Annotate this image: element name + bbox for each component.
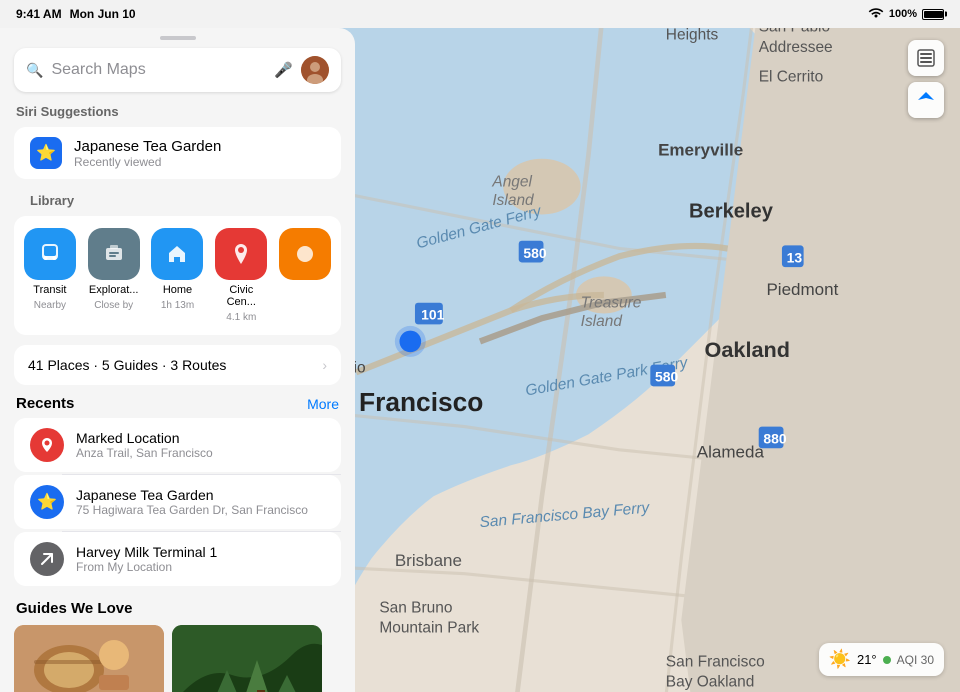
svg-text:880: 880	[763, 431, 786, 447]
battery-icon	[922, 9, 944, 20]
library-item-transit[interactable]: Transit Nearby	[22, 228, 78, 323]
svg-text:Mountain Park: Mountain Park	[379, 620, 479, 637]
weather-icon: ☀️	[829, 649, 851, 670]
library-item-explore[interactable]: Explorat... Close by	[86, 228, 142, 323]
svg-text:13: 13	[787, 249, 803, 265]
tea-garden-subtitle: 75 Hagiwara Tea Garden Dr, San Francisco	[76, 503, 308, 517]
microphone-icon[interactable]: 🎤	[274, 61, 293, 79]
svg-text:Heights: Heights	[666, 28, 719, 43]
avatar[interactable]	[301, 56, 329, 84]
home-icon	[151, 228, 203, 280]
places-text: 41 Places · 5 Guides · 3 Routes	[28, 357, 226, 373]
svg-text:Oakland: Oakland	[705, 337, 790, 362]
library-item-orange[interactable]	[277, 228, 333, 323]
harvey-title: Harvey Milk Terminal 1	[76, 544, 217, 560]
suggestion-subtitle: Recently viewed	[74, 155, 221, 169]
status-bar: 9:41 AM Mon Jun 10 100%	[0, 0, 960, 28]
harvey-text: Harvey Milk Terminal 1 From My Location	[76, 544, 217, 574]
orange-icon	[279, 228, 331, 280]
guides-images	[14, 625, 341, 692]
location-arrow-icon	[917, 91, 935, 109]
transit-label: Transit	[33, 284, 66, 296]
library-header: Library	[30, 193, 325, 208]
temperature: 21°	[857, 652, 877, 667]
guide-image-food[interactable]	[14, 625, 164, 692]
svg-text:San Pablo: San Pablo	[759, 28, 830, 36]
aqi-label: AQI 30	[897, 653, 934, 667]
location-button[interactable]	[908, 82, 944, 118]
recent-item-marked[interactable]: Marked Location Anza Trail, San Francisc…	[14, 418, 341, 472]
explore-icon	[88, 228, 140, 280]
svg-text:580: 580	[523, 245, 546, 261]
svg-text:Island: Island	[581, 313, 624, 330]
svg-text:Brisbane: Brisbane	[395, 551, 462, 570]
library-icons-container: Transit Nearby Explorat... Close by	[14, 216, 341, 335]
explore-sublabel: Close by	[94, 300, 133, 311]
recents-list: Marked Location Anza Trail, San Francisc…	[0, 418, 355, 586]
svg-text:Emeryville: Emeryville	[658, 141, 743, 160]
tea-garden-title: Japanese Tea Garden	[76, 487, 308, 503]
search-icon: 🔍	[26, 62, 43, 79]
library-item-civic[interactable]: Civic Cen... 4.1 km	[213, 228, 269, 323]
guide-image-forest[interactable]	[172, 625, 322, 692]
svg-text:Piedmont: Piedmont	[766, 280, 838, 299]
battery-label: 100%	[889, 8, 917, 20]
home-sublabel: 1h 13m	[161, 300, 194, 311]
library-section: Library Transit Nearby	[14, 193, 341, 335]
library-item-home[interactable]: Home 1h 13m	[150, 228, 206, 323]
civic-sublabel: 4.1 km	[226, 312, 256, 323]
transit-sublabel: Nearby	[34, 300, 66, 311]
svg-text:Angel: Angel	[491, 174, 532, 191]
marked-location-icon	[30, 428, 64, 462]
svg-text:101: 101	[421, 307, 444, 323]
tea-garden-text: Japanese Tea Garden 75 Hagiwara Tea Gard…	[76, 487, 308, 517]
recents-title: Recents	[16, 395, 74, 412]
harvey-icon	[30, 542, 64, 576]
svg-text:San Bruno: San Bruno	[379, 599, 452, 616]
svg-text:Addressee: Addressee	[759, 39, 833, 56]
recent-item-tea-garden[interactable]: ⭐ Japanese Tea Garden 75 Hagiwara Tea Ga…	[14, 475, 341, 529]
civic-icon	[215, 228, 267, 280]
marked-location-title: Marked Location	[76, 430, 213, 446]
harvey-subtitle: From My Location	[76, 560, 217, 574]
search-bar[interactable]: 🔍 Search Maps 🎤	[14, 48, 341, 92]
wifi-icon	[868, 7, 884, 22]
svg-text:San Francisco: San Francisco	[666, 654, 765, 671]
siri-suggestions-header: Siri Suggestions	[16, 104, 339, 119]
svg-text:Treasure: Treasure	[581, 294, 642, 311]
search-input[interactable]: Search Maps	[51, 61, 266, 79]
siri-suggestion-item[interactable]: ⭐ Japanese Tea Garden Recently viewed	[14, 127, 341, 179]
svg-text:Berkeley: Berkeley	[689, 201, 774, 223]
suggestion-title: Japanese Tea Garden	[74, 138, 221, 155]
chevron-right-icon: ›	[322, 357, 327, 373]
places-row[interactable]: 41 Places · 5 Guides · 3 Routes ›	[14, 345, 341, 385]
svg-text:Bay Oakland: Bay Oakland	[666, 674, 755, 691]
home-label: Home	[163, 284, 192, 296]
layers-icon	[916, 48, 936, 68]
guides-header: Guides We Love	[16, 600, 339, 617]
status-time: 9:41 AM	[16, 7, 62, 21]
recents-header: Recents More	[16, 395, 339, 412]
drag-handle[interactable]	[160, 36, 196, 40]
svg-text:El Cerrito: El Cerrito	[759, 68, 823, 85]
suggestion-icon: ⭐	[30, 137, 62, 169]
svg-text:Alameda: Alameda	[697, 443, 765, 462]
marked-location-text: Marked Location Anza Trail, San Francisc…	[76, 430, 213, 460]
explore-label: Explorat...	[89, 284, 139, 296]
svg-text:580: 580	[655, 369, 678, 385]
recent-item-harvey[interactable]: Harvey Milk Terminal 1 From My Location	[14, 532, 341, 586]
civic-label: Civic Cen...	[213, 284, 269, 308]
sidebar: 🔍 Search Maps 🎤 Siri Suggestions ⭐ Japan…	[0, 28, 355, 692]
weather-widget: ☀️ 21° AQI 30	[819, 643, 944, 676]
transit-icon	[24, 228, 76, 280]
aqi-dot	[883, 656, 891, 664]
tea-garden-icon: ⭐	[30, 485, 64, 519]
status-date: Mon Jun 10	[70, 7, 136, 21]
map-layers-button[interactable]	[908, 40, 944, 76]
more-button[interactable]: More	[307, 396, 339, 412]
marked-location-subtitle: Anza Trail, San Francisco	[76, 446, 213, 460]
suggestion-text: Japanese Tea Garden Recently viewed	[74, 138, 221, 169]
